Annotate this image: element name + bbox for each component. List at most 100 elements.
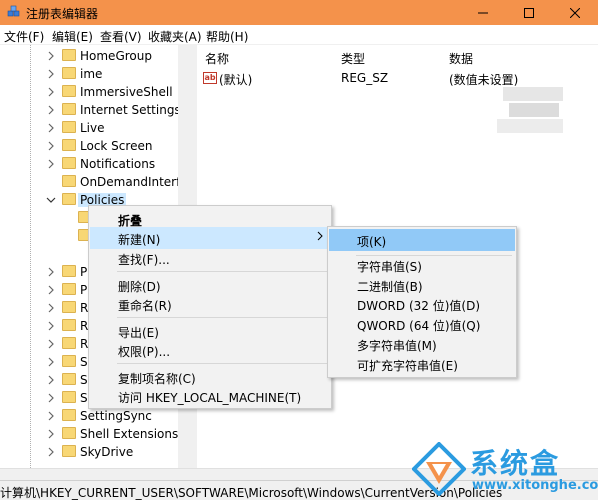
menu-item-find[interactable]: 查找(F)... [90,247,330,269]
menu-item-rename[interactable]: 重命名(R) [90,293,330,315]
folder-icon [62,337,76,349]
tree-item-label: P [80,283,88,297]
menu-separator [117,317,327,318]
blurred-area [503,87,563,101]
chevron-right-icon[interactable] [46,285,56,295]
chevron-right-icon[interactable] [46,447,56,457]
menu-item-new-dword[interactable]: DWORD (32 位)值(D) [329,293,515,315]
maximize-icon [524,7,534,18]
column-header-data[interactable]: 数据 [449,50,473,67]
tree-item-label: S [80,373,88,387]
folder-icon [62,49,76,61]
new-submenu: 项(K) 字符串值(S) 二进制值(B) DWORD (32 位)值(D) QW… [327,226,517,378]
watermark-logo-icon [412,442,466,496]
chevron-right-icon[interactable] [46,411,56,421]
folder-icon [62,355,76,367]
chevron-right-icon [317,231,323,241]
tree-item[interactable]: Live [0,119,193,137]
chevron-right-icon[interactable] [46,267,56,277]
tree-item[interactable]: ime [0,65,193,83]
tree-item[interactable]: Notifications [0,155,193,173]
folder-icon [62,373,76,385]
chevron-right-icon[interactable] [46,339,56,349]
menu-item-new-multi-string[interactable]: 多字符串值(M) [329,333,515,355]
chevron-right-icon[interactable] [46,375,56,385]
tree-item-label: SkyDrive [80,445,134,459]
tree-item[interactable]: SettingSync [0,407,193,425]
menu-bar: 文件(F) 编辑(E) 查看(V) 收藏夹(A) 帮助(H) [0,25,598,45]
tree-item-label: OnDemandInterfac [80,175,193,189]
chevron-right-icon[interactable] [46,357,56,367]
chevron-right-icon[interactable] [46,141,56,151]
tree-item-label: S [80,355,88,369]
tree-item[interactable]: Shell Extensions [0,425,193,443]
folder-icon [62,139,76,151]
tree-item[interactable]: Internet Settings [0,101,193,119]
folder-icon [62,265,76,277]
regedit-icon [7,5,20,17]
watermark: 系统盒 www.xitonghe.com [410,440,598,498]
menu-item-new-key[interactable]: 项(K) [329,229,515,251]
folder-icon [62,445,76,457]
folder-icon [62,175,76,187]
menu-separator [117,363,327,364]
tree-item[interactable]: OnDemandInterfac [0,173,193,191]
chevron-right-icon[interactable] [46,429,56,439]
menu-view[interactable]: 查看(V) [100,28,142,45]
tree-item[interactable]: HomeGroup [0,47,193,65]
folder-icon [62,409,76,421]
minimize-button[interactable] [460,0,506,25]
menu-help[interactable]: 帮助(H) [206,28,248,45]
menu-item-new-qword[interactable]: QWORD (64 位)值(Q) [329,313,515,335]
value-name[interactable]: (默认) [219,71,252,88]
tree-item-label: Lock Screen [80,139,153,153]
chevron-down-icon[interactable] [46,195,56,205]
menu-edit[interactable]: 编辑(E) [52,28,93,45]
column-header-name[interactable]: 名称 [205,50,229,67]
tree-item-label: Internet Settings [80,103,181,117]
tree-item-label: ImmersiveShell [80,85,173,99]
chevron-right-icon[interactable] [46,87,56,97]
window-title: 注册表编辑器 [26,7,99,21]
chevron-right-icon[interactable] [46,321,56,331]
chevron-right-icon[interactable] [46,51,56,61]
chevron-right-icon[interactable] [46,123,56,133]
menu-favorites[interactable]: 收藏夹(A) [148,28,202,45]
tree-item[interactable]: Lock Screen [0,137,193,155]
context-menu: 折叠 新建(N) 查找(F)... 删除(D) 重命名(R) 导出(E) 权限(… [88,205,332,409]
chevron-right-icon[interactable] [46,105,56,115]
blurred-area [509,103,559,117]
title-bar: 注册表编辑器 [0,0,598,25]
chevron-right-icon[interactable] [46,393,56,403]
folder-open-icon [62,193,76,205]
tree-item-label: Shell Extensions [80,427,179,441]
menu-item-goto-hklm[interactable]: 访问 HKEY_LOCAL_MACHINE(T) [90,385,330,407]
tree-item-label: S [80,391,88,405]
blurred-area [497,119,563,133]
tree-item[interactable]: ImmersiveShell [0,83,193,101]
menu-item-new-expandable-string[interactable]: 可扩充字符串值(E) [329,353,515,375]
string-value-icon: ab [203,72,217,84]
menu-item-new-string[interactable]: 字符串值(S) [329,254,515,276]
tree-item-label: Notifications [80,157,156,171]
chevron-right-icon[interactable] [46,303,56,313]
tree-item-label: Live [80,121,105,135]
folder-icon [62,103,76,115]
folder-icon [62,427,76,439]
folder-icon [62,391,76,403]
tree-item[interactable]: SkyDrive [0,443,193,461]
chevron-right-icon[interactable] [46,69,56,79]
column-header-type[interactable]: 类型 [341,50,365,67]
menu-item-permissions[interactable]: 权限(P)... [90,339,330,361]
menu-item-new[interactable]: 新建(N) [90,227,330,249]
menu-file[interactable]: 文件(F) [4,28,44,45]
tree-guide-line [30,45,31,468]
value-data: (数值未设置) [449,73,519,87]
folder-icon [62,283,76,295]
folder-icon [62,157,76,169]
maximize-button[interactable] [506,0,552,25]
minimize-icon [478,12,488,13]
watermark-url: www.xitonghe.com [472,478,598,493]
chevron-right-icon[interactable] [46,159,56,169]
close-button[interactable] [552,0,598,25]
